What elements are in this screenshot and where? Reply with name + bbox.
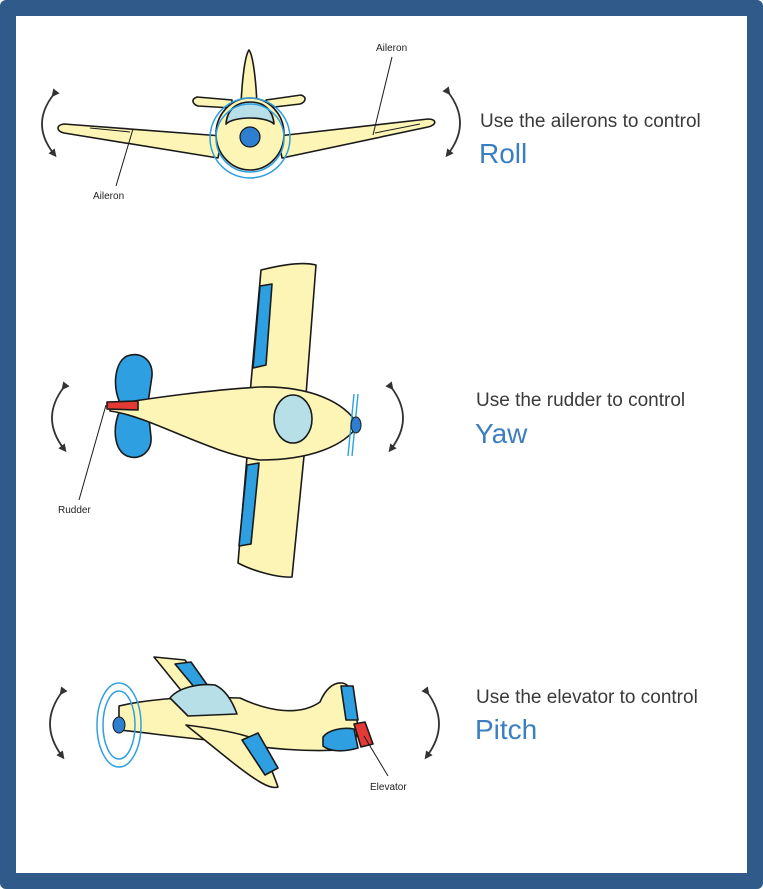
aileron-right-label: Aileron	[376, 43, 407, 54]
rotation-arrow-icon	[442, 86, 461, 158]
pitch-airplane-side-view	[96, 656, 374, 789]
rotation-arrow-icon	[49, 686, 68, 760]
spinner	[350, 416, 362, 434]
yaw-caption: Use the rudder to control	[476, 390, 686, 411]
horizontal-stabilizer	[322, 727, 359, 752]
rotation-arrow-icon	[51, 381, 70, 453]
rotation-arrow-icon	[41, 88, 60, 158]
right-wing	[277, 118, 436, 159]
rudder-top	[106, 400, 139, 411]
elevator-label: Elevator	[370, 782, 407, 793]
yaw-term: Yaw	[475, 418, 528, 449]
aileron-left-label: Aileron	[93, 191, 124, 202]
cockpit	[273, 394, 313, 444]
rotation-arrow-icon	[385, 381, 404, 453]
rotation-arrow-icon	[421, 686, 440, 760]
left-wing	[57, 123, 223, 159]
elevator-leader	[363, 735, 389, 777]
vertical-tail	[240, 49, 258, 106]
pitch-term: Pitch	[475, 714, 538, 745]
pitch-caption: Use the elevator to control	[476, 687, 698, 708]
rudder-leader	[78, 404, 107, 501]
propeller-hub	[239, 126, 261, 148]
flight-controls-diagram: Aileron Aileron Rudder Elevator	[41, 43, 461, 793]
roll-term: Roll	[479, 138, 528, 169]
yaw-airplane-top-view	[106, 262, 362, 578]
roll-caption: Use the ailerons to control	[480, 111, 701, 132]
rudder-label: Rudder	[58, 505, 91, 516]
upper-tailplane	[114, 353, 153, 404]
spinner-side	[112, 716, 126, 734]
